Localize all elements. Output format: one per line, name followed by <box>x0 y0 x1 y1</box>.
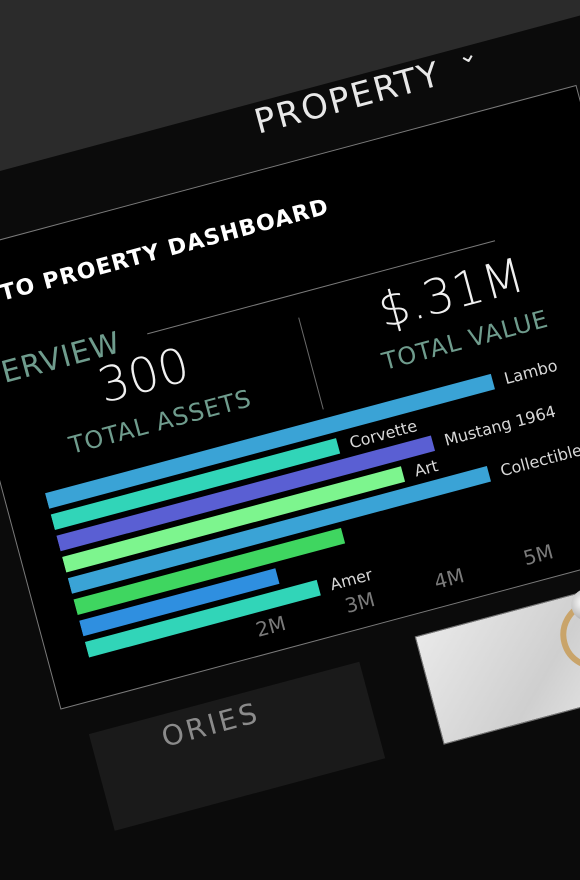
bar-label: Mustang 1964 <box>442 402 557 450</box>
stats-divider <box>298 317 324 410</box>
categories-card[interactable] <box>88 661 386 831</box>
bar-label: Collectibles <box>498 438 580 480</box>
back-to-dashboard-link[interactable]: K TO PROERTY DASHBOARD <box>0 195 332 314</box>
dashboard-panel: K TO PROERTY DASHBOARD VERVIEW 300 TOTAL… <box>0 84 580 831</box>
x-tick-label: 5M <box>521 539 556 570</box>
x-tick-label: 3M <box>342 587 377 618</box>
x-tick-label: 4M <box>431 563 466 594</box>
bar-label: Art <box>412 456 440 481</box>
bar-label: Lambo <box>502 356 559 388</box>
x-tick-label: 2M <box>253 611 288 642</box>
